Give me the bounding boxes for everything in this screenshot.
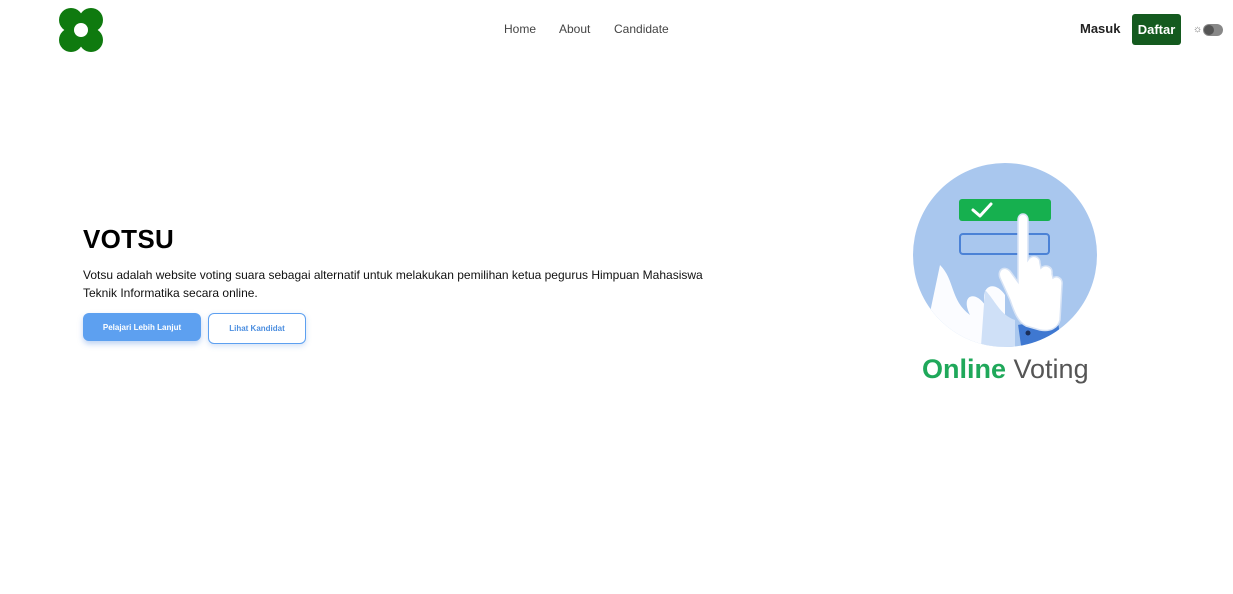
toggle-knob xyxy=(1204,25,1214,35)
nav-home-link[interactable]: Home xyxy=(504,22,536,36)
brand-online-text: Online xyxy=(922,354,1007,384)
theme-toggle[interactable]: ☼ xyxy=(1193,22,1223,38)
hand-checkbox-icon xyxy=(913,163,1097,347)
nav-candidate-link[interactable]: Candidate xyxy=(614,22,669,36)
nav-about-link[interactable]: About xyxy=(559,22,590,36)
hero-description: Votsu adalah website voting suara sebaga… xyxy=(83,268,703,300)
hero-title: VOTSU xyxy=(83,224,175,254)
clover-logo[interactable] xyxy=(58,7,104,53)
sun-icon: ☼ xyxy=(1193,24,1203,35)
login-link[interactable]: Masuk xyxy=(1080,21,1120,36)
online-voting-wordmark: Online Voting xyxy=(922,354,1089,385)
brand-voting-text: Voting xyxy=(1006,354,1089,384)
navbar: Home About Candidate Masuk Daftar ☼ xyxy=(0,0,1233,60)
register-button[interactable]: Daftar xyxy=(1132,14,1181,45)
learn-more-button[interactable]: Pelajari Lebih Lanjut xyxy=(83,313,201,341)
view-candidates-button[interactable]: Lihat Kandidat xyxy=(208,313,306,344)
